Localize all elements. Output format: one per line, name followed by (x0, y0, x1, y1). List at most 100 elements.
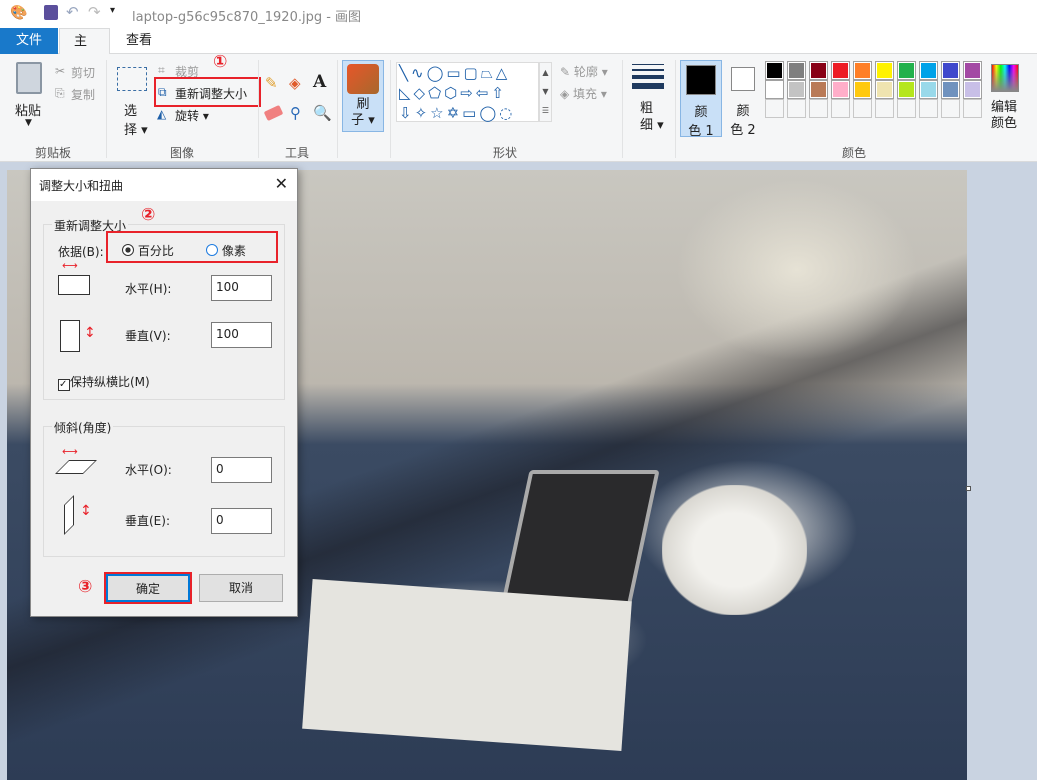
save-icon[interactable] (44, 5, 58, 20)
palette-swatch[interactable] (809, 99, 828, 118)
palette-swatch[interactable] (831, 61, 850, 80)
clipboard-group-label: 剪贴板 (35, 146, 72, 160)
tab-home[interactable]: 主页 (59, 28, 110, 75)
palette-swatch[interactable] (853, 80, 872, 99)
palette-swatch[interactable] (941, 99, 960, 118)
skew-horizontal-arrow-icon: ⟷ (62, 445, 78, 458)
palette-swatch[interactable] (809, 61, 828, 80)
tools-group-label: 工具 (285, 146, 310, 160)
rotate-icon: ◭ (157, 107, 167, 121)
ok-button[interactable]: 确定 (104, 572, 192, 604)
magnifier-icon[interactable]: 🔍 (313, 104, 332, 122)
palette-swatch[interactable] (897, 80, 916, 99)
divider (622, 60, 623, 158)
colors-group-label: 颜色 (842, 146, 867, 160)
select-button[interactable]: 选择 ▾ (124, 100, 148, 138)
palette-swatch[interactable] (765, 80, 784, 99)
select-label-1: 选 (124, 104, 138, 119)
palette-swatch[interactable] (941, 80, 960, 99)
brushes-button[interactable]: 刷子 ▾ (342, 60, 384, 132)
palette-swatch[interactable] (765, 99, 784, 118)
vertical-resize-icon (60, 320, 80, 352)
size-button[interactable]: 粗细 ▾ (640, 100, 664, 134)
color1-button[interactable]: 颜色 1 (680, 60, 722, 139)
copy-button[interactable]: 复制 (71, 86, 95, 103)
palette-swatch[interactable] (787, 61, 806, 80)
edit-colors-button[interactable]: 编辑 颜色 (991, 100, 1017, 132)
cancel-button[interactable]: 取消 (199, 574, 283, 602)
palette-swatch[interactable] (875, 61, 894, 80)
palette-swatch[interactable] (875, 99, 894, 118)
tab-file[interactable]: 文件 (0, 28, 58, 54)
color1-label-a: 颜 (694, 105, 708, 120)
tab-view[interactable]: 查看 (112, 28, 166, 54)
paste-dropdown-icon[interactable]: ▼ (25, 118, 32, 128)
redo-icon[interactable]: ↷ (88, 3, 101, 21)
palette-swatch[interactable] (941, 61, 960, 80)
fill-bucket-icon[interactable]: ◈ (289, 74, 301, 92)
color-picker-icon[interactable]: ⚲ (290, 104, 301, 122)
palette-swatch[interactable] (919, 61, 938, 80)
vertical-input[interactable]: 100 (211, 322, 272, 348)
palette-swatch[interactable] (897, 61, 916, 80)
crop-icon: ⌗ (158, 63, 165, 77)
horizontal-label: 水平(H): (125, 282, 172, 296)
palette-swatch[interactable] (787, 80, 806, 99)
text-tool-icon[interactable]: A (313, 72, 326, 92)
palette-swatch[interactable] (831, 80, 850, 99)
rotate-button[interactable]: 旋转 ▾ (175, 107, 209, 124)
skew-vertical-input[interactable]: 0 (211, 508, 272, 534)
palette-swatch[interactable] (875, 80, 894, 99)
palette-swatch[interactable] (963, 61, 982, 80)
edit-colors-label-b: 颜色 (991, 116, 1018, 131)
brushes-label-2: 子 (351, 113, 365, 128)
paint-app-icon: 🎨 (10, 5, 28, 21)
shapes-group-label: 形状 (493, 146, 518, 160)
resize-handle[interactable] (966, 486, 971, 491)
skew-horizontal-input[interactable]: 0 (211, 457, 272, 483)
by-label: 依据(B): (58, 245, 104, 259)
pencil-icon[interactable]: ✎ (265, 74, 278, 92)
close-icon[interactable]: ✕ (275, 174, 288, 193)
divider (258, 60, 259, 158)
palette-swatch[interactable] (963, 80, 982, 99)
palette-swatch[interactable] (963, 99, 982, 118)
divider (337, 60, 338, 158)
title-bar: 🎨 ↶ ↷ ▾ laptop-g56c95c870_1920.jpg - 画图 (0, 0, 1037, 28)
size-label-2: 细 (640, 118, 654, 133)
palette-swatch[interactable] (831, 99, 850, 118)
size-icon (632, 64, 664, 89)
color2-label-b: 色 2 (730, 123, 756, 138)
cut-button[interactable]: 剪切 (71, 64, 95, 81)
keep-ratio-label: 保持纵横比(M) (70, 375, 150, 389)
palette-swatch[interactable] (787, 99, 806, 118)
edit-colors-icon[interactable] (991, 64, 1019, 92)
undo-icon[interactable]: ↶ (66, 3, 79, 21)
window-title: laptop-g56c95c870_1920.jpg - 画图 (132, 10, 362, 25)
palette-swatch[interactable] (919, 99, 938, 118)
divider (675, 60, 676, 158)
outline-button[interactable]: ✎ 轮廓 ▾ (560, 63, 608, 80)
color2-button[interactable]: 颜色 2 (725, 60, 761, 138)
annotation-number-3: ③ (78, 577, 93, 597)
customize-toolbar-icon[interactable]: ▾ (110, 5, 115, 16)
palette-swatch[interactable] (809, 80, 828, 99)
horizontal-input[interactable]: 100 (211, 275, 272, 301)
keep-ratio-checkbox[interactable]: ✓ 保持纵横比(M) (58, 373, 150, 391)
palette-swatch[interactable] (853, 61, 872, 80)
outline-label: 轮廓 (573, 65, 598, 79)
divider (106, 60, 107, 158)
palette-swatch[interactable] (853, 99, 872, 118)
paste-button[interactable]: 粘贴 (15, 100, 41, 119)
palette-swatch[interactable] (897, 99, 916, 118)
color2-label-a: 颜 (736, 104, 750, 119)
horizontal-resize-icon (58, 275, 90, 295)
shapes-scrollbar[interactable]: ▲ ▼ ☰ (539, 62, 552, 122)
palette-swatch[interactable] (919, 80, 938, 99)
horizontal-arrow-icon: ⟷ (62, 259, 78, 272)
skew-vertical-icon (64, 495, 74, 535)
eraser-icon[interactable] (263, 104, 284, 122)
palette-swatch[interactable] (765, 61, 784, 80)
shapes-gallery[interactable]: ╲∿◯▭▢⏢△ ◺◇⬠⬡⇨⇦⇧ ⇩✧☆✡▭◯◌ (396, 62, 539, 122)
fill-button[interactable]: ◈ 填充 ▾ (560, 85, 607, 102)
